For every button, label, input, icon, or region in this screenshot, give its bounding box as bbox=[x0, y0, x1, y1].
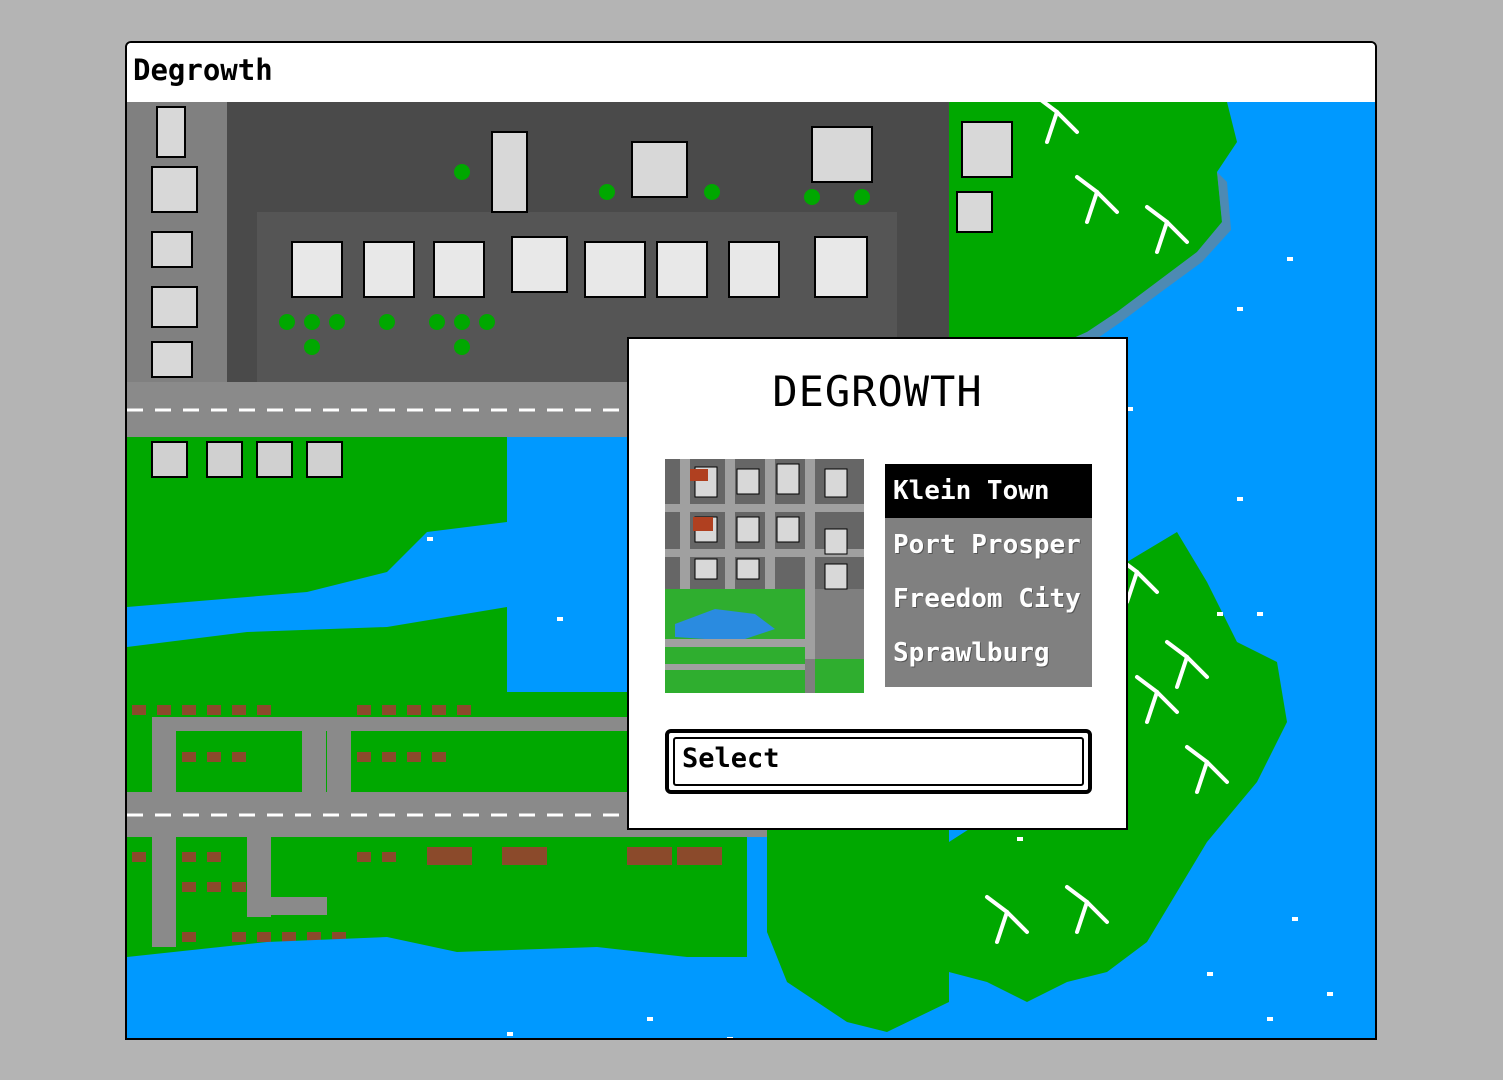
game-window: Degrowth DEGROWTH Klein Town Port Prospe… bbox=[125, 41, 1377, 1040]
city-item-sprawlburg[interactable]: Sprawlburg bbox=[885, 626, 1092, 680]
city-list: Klein Town Port Prosper Freedom City Spr… bbox=[885, 464, 1092, 687]
city-item-klein-town[interactable]: Klein Town bbox=[885, 464, 1092, 518]
dialog-title: DEGROWTH bbox=[772, 367, 983, 416]
title-bar[interactable]: Degrowth bbox=[127, 43, 1375, 104]
select-button-label: Select bbox=[682, 743, 780, 774]
city-item-port-prosper[interactable]: Port Prosper bbox=[885, 518, 1092, 572]
window-title: Degrowth bbox=[133, 53, 273, 87]
city-preview-thumbnail bbox=[665, 459, 864, 693]
city-item-freedom-city[interactable]: Freedom City bbox=[885, 572, 1092, 626]
city-map[interactable]: DEGROWTH Klein Town Port Prosper Freedom… bbox=[127, 102, 1375, 1038]
select-button[interactable]: Select bbox=[665, 729, 1092, 794]
city-preview-image bbox=[665, 459, 864, 693]
city-select-dialog: DEGROWTH Klein Town Port Prosper Freedom… bbox=[627, 337, 1128, 830]
